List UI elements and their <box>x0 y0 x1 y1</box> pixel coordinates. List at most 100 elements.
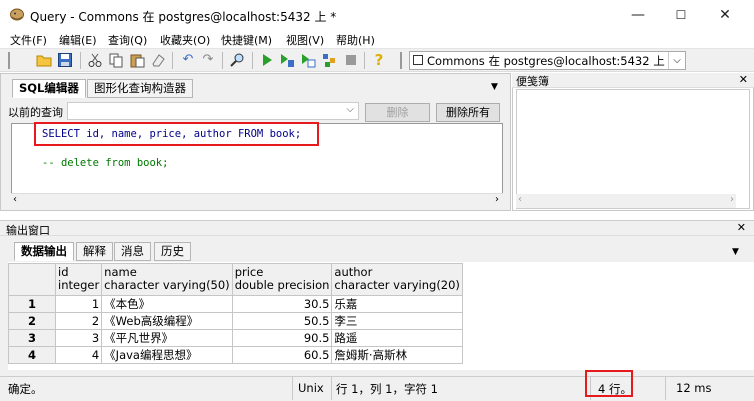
scroll-left-icon[interactable]: ‹ <box>518 194 522 205</box>
scroll-right-icon[interactable]: › <box>730 194 734 205</box>
save-icon[interactable] <box>57 52 73 68</box>
menu-edit[interactable]: 编辑(E) <box>59 32 97 48</box>
scratch-pad-header: 便笺簿 ✕ <box>512 73 754 88</box>
table-row[interactable]: 1 1 《本色》 30.5 乐嘉 <box>8 295 463 313</box>
status-separator <box>292 377 293 400</box>
menu-view[interactable]: 视图(V) <box>286 32 324 48</box>
column-header-id[interactable]: id integer <box>54 263 103 296</box>
help-icon[interactable]: ? <box>371 52 387 68</box>
cell-price[interactable]: 50.5 <box>231 312 333 330</box>
close-icon[interactable]: ✕ <box>737 221 746 234</box>
row-number[interactable]: 1 <box>8 295 56 313</box>
delete-button[interactable]: 删除 <box>365 103 430 122</box>
tab-explain[interactable]: 解释 <box>76 242 113 261</box>
redo-icon[interactable]: ↷ <box>200 52 216 68</box>
explain-icon[interactable] <box>321 52 337 68</box>
execute-icon[interactable] <box>259 52 275 68</box>
delete-all-button[interactable]: 删除所有 <box>436 103 500 122</box>
clear-icon[interactable] <box>150 52 166 68</box>
cell-id[interactable]: 1 <box>54 295 103 313</box>
cell-id[interactable]: 3 <box>54 329 103 347</box>
cell-id[interactable]: 4 <box>54 346 103 364</box>
toolbar-separator <box>252 52 253 69</box>
cell-price[interactable]: 90.5 <box>231 329 333 347</box>
column-name: price <box>234 265 264 279</box>
chevron-down-icon[interactable]: ⌵ <box>668 52 685 69</box>
output-window-header: 输出窗口 ✕ <box>0 220 754 237</box>
cell-author[interactable]: 路遥 <box>331 329 463 347</box>
menu-shortcuts[interactable]: 快捷键(M) <box>221 32 272 48</box>
column-header-author[interactable]: author character varying(20) <box>331 263 463 296</box>
close-icon[interactable]: ✕ <box>739 73 748 86</box>
scratch-pad-text[interactable] <box>516 89 750 209</box>
copy-icon[interactable] <box>108 52 124 68</box>
cell-price[interactable]: 30.5 <box>231 295 333 313</box>
tab-graphical-query-builder[interactable]: 图形化查询构造器 <box>87 79 193 98</box>
paste-icon[interactable] <box>129 52 145 68</box>
code-line-comment: -- delete from book; <box>42 157 169 169</box>
cell-author[interactable]: 乐嘉 <box>331 295 463 313</box>
column-name: author <box>334 265 373 279</box>
cell-name[interactable]: 《本色》 <box>101 295 233 313</box>
panel-menu-icon[interactable]: ▼ <box>732 247 739 257</box>
scroll-left-icon[interactable]: ‹ <box>13 194 17 205</box>
row-number[interactable]: 3 <box>8 329 56 347</box>
previous-queries-label: 以前的查询 <box>8 106 63 119</box>
close-button[interactable]: ✕ <box>713 5 737 25</box>
toolbar-grip <box>8 52 10 69</box>
menu-help[interactable]: 帮助(H) <box>336 32 375 48</box>
column-name: id <box>58 265 69 279</box>
result-table: id integer name character varying(50) pric… <box>8 263 463 364</box>
cell-price[interactable]: 60.5 <box>231 346 333 364</box>
previous-queries-combo[interactable]: ⌵ <box>67 102 359 120</box>
connection-checkbox[interactable] <box>413 55 423 65</box>
status-separator <box>665 377 666 400</box>
menu-bar: 文件(F) 编辑(E) 查询(Q) 收藏夹(O) 快捷键(M) 视图(V) 帮助… <box>0 31 754 48</box>
cell-id[interactable]: 2 <box>54 312 103 330</box>
cell-name[interactable]: 《平凡世界》 <box>101 329 233 347</box>
find-icon[interactable] <box>229 52 245 68</box>
connection-label: Commons 在 postgres@localhost:5432 上 <box>427 54 665 68</box>
execute-pgscript-icon[interactable] <box>279 52 295 68</box>
column-type: integer <box>58 278 100 292</box>
menu-file[interactable]: 文件(F) <box>10 32 47 48</box>
toolbar-separator <box>80 52 81 69</box>
table-row[interactable]: 2 2 《Web高级编程》 50.5 李三 <box>8 312 463 330</box>
column-type: character varying(50) <box>104 278 230 292</box>
row-number-header[interactable] <box>8 263 56 296</box>
table-row[interactable]: 4 4 《Java编程思想》 60.5 詹姆斯·高斯林 <box>8 346 463 364</box>
editor-horizontal-scrollbar[interactable]: ‹ › <box>11 193 503 207</box>
annotation-highlight-query <box>34 122 319 146</box>
tab-history[interactable]: 历史 <box>154 242 191 261</box>
scratch-pad-scrollbar[interactable]: ‹ › <box>516 194 736 208</box>
panel-menu-icon[interactable]: ▼ <box>491 82 498 92</box>
undo-icon[interactable]: ↶ <box>180 52 196 68</box>
cut-icon[interactable] <box>87 52 103 68</box>
stop-icon[interactable] <box>343 52 359 68</box>
column-type: character varying(20) <box>334 278 460 292</box>
annotation-highlight-rows <box>585 370 633 397</box>
cell-name[interactable]: 《Web高级编程》 <box>101 312 233 330</box>
execute-to-file-icon[interactable] <box>300 52 316 68</box>
tab-sql-editor[interactable]: SQL编辑器 <box>12 79 86 98</box>
cell-name[interactable]: 《Java编程思想》 <box>101 346 233 364</box>
cell-author[interactable]: 詹姆斯·高斯林 <box>331 346 463 364</box>
column-header-price[interactable]: price double precision <box>231 263 333 296</box>
cell-author[interactable]: 李三 <box>331 312 463 330</box>
maximize-button[interactable]: ☐ <box>669 5 693 25</box>
table-header-row: id integer name character varying(50) pric… <box>8 263 463 296</box>
menu-query[interactable]: 查询(Q) <box>108 32 147 48</box>
row-number[interactable]: 4 <box>8 346 56 364</box>
toolbar-grip <box>400 52 402 69</box>
column-header-name[interactable]: name character varying(50) <box>101 263 233 296</box>
minimize-button[interactable]: — <box>626 5 650 25</box>
tab-data-output[interactable]: 数据输出 <box>14 242 74 261</box>
open-file-icon[interactable] <box>36 52 52 68</box>
scratch-pad-title: 便笺簿 <box>516 75 549 88</box>
row-number[interactable]: 2 <box>8 312 56 330</box>
status-exec-time: 12 ms <box>676 381 712 395</box>
menu-favorites[interactable]: 收藏夹(O) <box>160 32 210 48</box>
table-row[interactable]: 3 3 《平凡世界》 90.5 路遥 <box>8 329 463 347</box>
scroll-right-icon[interactable]: › <box>495 194 499 205</box>
tab-messages[interactable]: 消息 <box>114 242 151 261</box>
